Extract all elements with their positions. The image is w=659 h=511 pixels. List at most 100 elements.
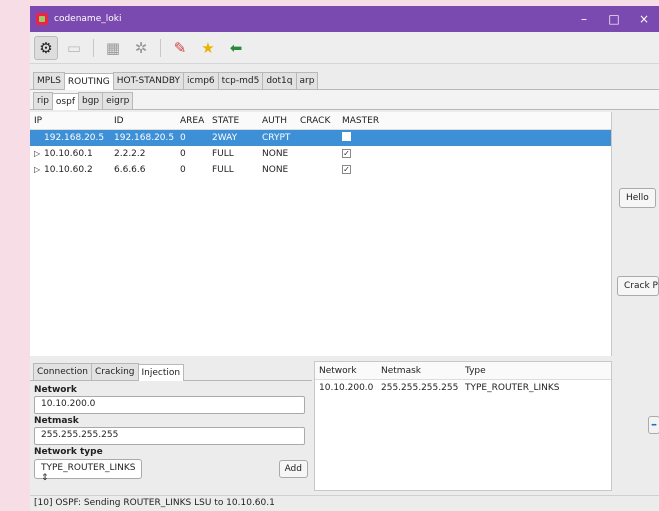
arrow-icon[interactable]: ⬅ xyxy=(224,36,248,60)
crack-pw-button[interactable]: Crack PW xyxy=(617,276,659,296)
tab-icmp6[interactable]: icmp6 xyxy=(183,72,219,89)
network-type-value: TYPE_ROUTER_LINKS xyxy=(41,463,136,473)
col-netmask[interactable]: Netmask xyxy=(377,366,461,376)
tab-mpls[interactable]: MPLS xyxy=(33,72,65,89)
users-icon[interactable]: ▦ xyxy=(101,36,125,60)
tab-bgp[interactable]: bgp xyxy=(78,92,104,109)
row-id: 2.2.2.2 xyxy=(114,149,146,159)
tab-arp[interactable]: arp xyxy=(295,72,319,89)
add-button[interactable]: Add xyxy=(278,460,308,478)
col-area[interactable]: AREA xyxy=(180,116,212,126)
protocol-tabs: MPLS ROUTING HOT-STANDBY icmp6 tcp-md5 d… xyxy=(30,68,659,90)
injection-panel: Connection Cracking Injection Network 10… xyxy=(30,361,312,491)
row-auth: CRYPT xyxy=(262,133,291,143)
network-type-row: TYPE_ROUTER_LINKS ⇕ Add xyxy=(34,459,308,483)
network-type-select[interactable]: TYPE_ROUTER_LINKS ⇕ xyxy=(34,459,142,483)
title-bar: codename_loki – □ × xyxy=(30,6,659,32)
row-area: 0 xyxy=(180,149,186,159)
netmask-input[interactable]: 255.255.255.255 xyxy=(34,427,305,445)
network-input[interactable]: 10.10.200.0 xyxy=(34,396,305,414)
col-ip[interactable]: IP xyxy=(30,116,114,126)
tab-ospf[interactable]: ospf xyxy=(51,93,79,110)
col-network[interactable]: Network xyxy=(315,366,377,376)
col-type[interactable]: Type xyxy=(461,366,581,376)
app-icon xyxy=(36,13,48,25)
col-state[interactable]: STATE xyxy=(212,116,262,126)
network-list: Network Netmask Type 10.10.200.0 255.255… xyxy=(314,361,612,491)
star-icon[interactable]: ★ xyxy=(196,36,220,60)
table-row[interactable]: 192.168.20.5 192.168.20.5 0 2WAY CRYPT xyxy=(30,130,611,146)
row-ip: 192.168.20.5 xyxy=(44,133,105,143)
row-master: ✓ xyxy=(342,149,402,159)
row-master: ✓ xyxy=(342,165,402,175)
row-state: 2WAY xyxy=(212,133,238,143)
remove-button[interactable]: – xyxy=(648,416,659,434)
list-type: TYPE_ROUTER_LINKS xyxy=(465,383,560,393)
toolbar-separator xyxy=(160,38,161,57)
row-state: FULL xyxy=(212,165,234,175)
table-row[interactable]: ▷ 10.10.60.2 6.6.6.6 0 FULL NONE ✓ xyxy=(30,162,611,178)
tab-connection[interactable]: Connection xyxy=(33,363,92,380)
netmask-label: Netmask xyxy=(34,416,79,426)
col-crack[interactable]: CRACK xyxy=(300,116,342,126)
window-controls: – □ × xyxy=(569,6,659,32)
tab-hot-standby[interactable]: HOT-STANDBY xyxy=(112,72,184,89)
row-state: FULL xyxy=(212,149,234,159)
folder-icon[interactable]: ▭ xyxy=(62,36,86,60)
network-type-label: Network type xyxy=(34,447,103,457)
list-netmask: 255.255.255.255 xyxy=(381,383,459,393)
tab-eigrp[interactable]: eigrp xyxy=(102,92,134,109)
tab-tcp-md5[interactable]: tcp-md5 xyxy=(217,72,264,89)
master-checkbox[interactable]: ✓ xyxy=(342,165,351,174)
tab-dot1q[interactable]: dot1q xyxy=(262,72,297,89)
row-auth: NONE xyxy=(262,149,289,159)
tab-injection[interactable]: Injection xyxy=(137,364,185,381)
master-checkbox[interactable] xyxy=(342,132,351,141)
side-actions: Hello Crack PW xyxy=(613,112,659,356)
routing-tabs: rip ospf bgp eigrp xyxy=(30,90,659,110)
row-area: 0 xyxy=(180,165,186,175)
row-master xyxy=(342,132,402,144)
status-bar: [10] OSPF: Sending ROUTER_LINKS LSU to 1… xyxy=(30,495,659,511)
col-auth[interactable]: AUTH xyxy=(262,116,300,126)
row-ip: 10.10.60.2 xyxy=(44,165,93,175)
list-item[interactable]: 10.10.200.0 255.255.255.255 TYPE_ROUTER_… xyxy=(315,380,611,396)
injection-form: Network 10.10.200.0 Netmask 255.255.255.… xyxy=(30,381,312,483)
row-ip-cell: ▷ 10.10.60.2 xyxy=(30,165,114,175)
edit-icon[interactable]: ✎ xyxy=(168,36,192,60)
toolbar: ⚙ ▭ ▦ ✲ ✎ ★ ⬅ xyxy=(30,32,659,64)
row-id: 192.168.20.5 xyxy=(114,133,175,143)
col-id[interactable]: ID xyxy=(114,116,180,126)
tab-rip[interactable]: rip xyxy=(33,92,53,109)
network-icon[interactable]: ✲ xyxy=(129,36,153,60)
spinner-icon: ⇕ xyxy=(41,473,49,483)
bottom-tabs: Connection Cracking Injection xyxy=(30,361,312,381)
tab-routing[interactable]: ROUTING xyxy=(63,73,114,90)
row-ip-cell: ▷ 10.10.60.1 xyxy=(30,149,114,159)
tab-cracking[interactable]: Cracking xyxy=(90,363,139,380)
toolbar-separator xyxy=(93,38,94,57)
network-label: Network xyxy=(34,385,77,395)
gear-icon[interactable]: ⚙ xyxy=(34,35,58,60)
row-ip-cell: 192.168.20.5 xyxy=(30,133,114,143)
neighbor-table: IP ID AREA STATE AUTH CRACK MASTER 192.1… xyxy=(30,112,612,458)
row-auth: NONE xyxy=(262,165,289,175)
minimize-button[interactable]: – xyxy=(569,6,599,32)
background-side xyxy=(0,90,30,511)
hello-button[interactable]: Hello xyxy=(619,188,656,208)
master-checkbox[interactable]: ✓ xyxy=(342,149,351,158)
network-list-header: Network Netmask Type xyxy=(315,362,611,380)
close-button[interactable]: × xyxy=(629,6,659,32)
row-area: 0 xyxy=(180,133,186,143)
maximize-button[interactable]: □ xyxy=(599,6,629,32)
row-id: 6.6.6.6 xyxy=(114,165,146,175)
expand-arrow-icon[interactable]: ▷ xyxy=(34,165,44,174)
window-title: codename_loki xyxy=(54,14,122,24)
row-ip: 10.10.60.1 xyxy=(44,149,93,159)
table-header: IP ID AREA STATE AUTH CRACK MASTER xyxy=(30,112,611,130)
list-network: 10.10.200.0 xyxy=(319,383,374,393)
table-row[interactable]: ▷ 10.10.60.1 2.2.2.2 0 FULL NONE ✓ xyxy=(30,146,611,162)
expand-arrow-icon[interactable]: ▷ xyxy=(34,149,44,158)
app-window: codename_loki – □ × ⚙ ▭ ▦ ✲ ✎ ★ ⬅ MPLS R… xyxy=(30,6,659,511)
col-master[interactable]: MASTER xyxy=(342,116,402,126)
